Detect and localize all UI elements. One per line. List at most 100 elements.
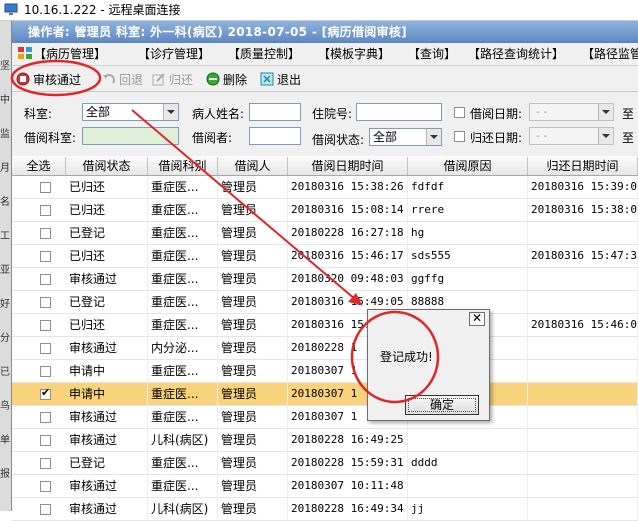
cell-status: 审核通过	[66, 429, 148, 451]
grid-menu-icon	[18, 47, 32, 59]
table-row[interactable]: 审核通过 儿科(病区) 管理员 20180228 16:49:34 jj	[12, 498, 638, 521]
row-checkbox[interactable]	[40, 205, 51, 216]
side-strip-char: 亚	[0, 265, 10, 276]
close-icon[interactable]: ✕	[469, 312, 485, 326]
col-header-reason[interactable]: 借阅原因	[408, 157, 528, 175]
table-row[interactable]: 已归还 重症医... 管理员 20180316 15:46:17 sds555 20180…	[12, 245, 638, 268]
borrow-status-select[interactable]: 全部	[369, 128, 442, 146]
borrow-status-value: 全部	[373, 130, 398, 144]
col-header-person[interactable]: 借阅人	[218, 157, 288, 175]
row-checkbox[interactable]	[40, 182, 51, 193]
menu-quality-control[interactable]: 【质量控制】	[228, 46, 300, 62]
patient-name-input[interactable]	[249, 103, 301, 121]
table-row[interactable]: 已登记 重症医... 管理员 20180228 15:59:31 dddd	[12, 452, 638, 475]
table-row[interactable]: 申请中重症医...管理员20180307 1	[12, 360, 638, 383]
dept-select[interactable]: 全部	[82, 103, 179, 121]
cell-person: 管理员	[218, 222, 288, 244]
row-checkbox[interactable]	[40, 481, 51, 492]
row-checkbox[interactable]	[40, 343, 51, 354]
side-strip-char: 名	[0, 197, 10, 208]
menu-path-supervision[interactable]: 【路径监管	[582, 46, 638, 62]
borrow-date-checkbox[interactable]	[454, 107, 465, 118]
back-button[interactable]: 回退	[102, 70, 143, 88]
row-checkbox[interactable]	[40, 458, 51, 469]
admission-no-input[interactable]	[356, 103, 442, 121]
delete-button[interactable]: 删除	[206, 70, 247, 88]
cell-return	[528, 452, 638, 474]
row-checkbox[interactable]	[40, 297, 51, 308]
menu-path-statistics[interactable]: 【路径查询统计】	[468, 46, 564, 62]
cell-person: 管理员	[218, 176, 288, 198]
cell-dept: 重症医...	[148, 222, 218, 244]
cell-time: 20180228 16:27:18	[288, 222, 408, 244]
borrower-label: 借阅者:	[192, 131, 233, 145]
borrow-dept-input[interactable]	[82, 127, 179, 145]
side-strip-char: 月	[0, 163, 10, 174]
table-row[interactable]: 已登记 重症医... 管理员 20180316 15:49:05 88888	[12, 291, 638, 314]
cell-dept: 重症医...	[148, 383, 218, 405]
table-row[interactable]: 审核通过 内分泌... 管理员 20180228 1	[12, 337, 638, 360]
table-row[interactable]: 审核通过 重症医... 管理员 20180320 09:48:03 ggffg	[12, 268, 638, 291]
return-date-from-value: - -	[536, 129, 548, 142]
return-date-from[interactable]: - -	[529, 127, 614, 145]
cell-reason: sds555	[408, 245, 528, 267]
cell-dept: 重症医...	[148, 245, 218, 267]
side-strip-char: 好	[0, 299, 10, 310]
exit-button[interactable]: 退出	[260, 70, 301, 88]
to-label-2: 至	[622, 131, 635, 145]
undo-icon	[102, 72, 116, 86]
delete-icon	[206, 72, 220, 86]
row-checkbox[interactable]	[40, 251, 51, 262]
row-checkbox[interactable]	[40, 274, 51, 285]
col-header-return[interactable]: 归还日期时间	[528, 157, 638, 175]
table-row[interactable]: 已归还 重症医... 管理员 20180316 15:08:14 rrere 201803…	[12, 199, 638, 222]
col-header-status[interactable]: 借阅状态	[66, 157, 148, 175]
menu-diagnosis[interactable]: 【诊疗管理】	[138, 46, 210, 62]
borrow-status-label: 借阅状态:	[312, 133, 365, 147]
cell-person: 管理员	[218, 498, 288, 520]
table-row[interactable]: 已归还 重症医... 管理员 20180316 15: 20180316 15:46:0…	[12, 314, 638, 337]
return-date-checkbox[interactable]	[454, 131, 465, 142]
chevron-down-icon	[598, 104, 613, 120]
cell-person: 管理员	[218, 337, 288, 359]
table-row[interactable]: 审核通过 儿科(病区) 管理员 20180228 16:49:25	[12, 429, 638, 452]
row-checkbox[interactable]	[40, 228, 51, 239]
row-checkbox[interactable]	[40, 386, 51, 400]
cell-dept: 重症医...	[148, 360, 218, 382]
cell-dept: 儿科(病区)	[148, 429, 218, 451]
table-row[interactable]: 审核通过 重症医... 管理员 20180307 1	[12, 406, 638, 429]
col-header-dept[interactable]: 借阅科别	[148, 157, 218, 175]
select-all-header[interactable]: 全选	[12, 157, 66, 175]
table-row[interactable]: 申请中重症医...管理员20180307 1	[12, 383, 638, 406]
cell-dept: 儿科(病区)	[148, 498, 218, 520]
message-dialog: ✕ 登记成功! 确定	[367, 309, 490, 421]
cell-person: 管理员	[218, 314, 288, 336]
col-header-time[interactable]: 借阅日期时间	[288, 157, 408, 175]
row-checkbox[interactable]	[40, 412, 51, 423]
app-header-text: 操作者: 管理员 科室: 外一科(病区) 2018-07-05 - [病历借阅审…	[28, 25, 407, 39]
cell-status: 申请中	[66, 383, 148, 405]
delete-label: 删除	[223, 72, 248, 87]
chevron-down-icon	[598, 128, 613, 144]
cell-return	[528, 498, 638, 520]
borrower-input[interactable]	[249, 127, 301, 145]
ok-button[interactable]: 确定	[405, 395, 479, 415]
chevron-down-icon	[426, 129, 441, 145]
review-pass-button[interactable]: 审核通过	[16, 70, 81, 88]
table-row[interactable]: 已归还 重症医... 管理员 20180316 15:38:26 fdfdf 201803…	[12, 176, 638, 199]
row-checkbox[interactable]	[40, 504, 51, 515]
row-checkbox[interactable]	[40, 435, 51, 446]
table-row[interactable]: 已登记 重症医... 管理员 20180228 16:27:18 hg	[12, 222, 638, 245]
borrow-date-from[interactable]: - -	[529, 103, 614, 121]
menu-template-dictionary[interactable]: 【模板字典】	[318, 46, 390, 62]
row-checkbox[interactable]	[40, 320, 51, 331]
cell-return	[528, 291, 638, 313]
table-row[interactable]: 审核通过 重症医... 管理员 20180307 10:11:48	[12, 475, 638, 498]
cell-dept: 重症医...	[148, 268, 218, 290]
side-strip-char: 鸟	[0, 401, 10, 412]
menu-query[interactable]: 【查询】	[408, 46, 456, 62]
row-checkbox[interactable]	[40, 366, 51, 377]
return-button[interactable]: 归还	[152, 70, 193, 88]
menu-medical-records[interactable]: 【病历管理】	[34, 46, 106, 62]
filter-panel: 科室: 全部 病人姓名: 住院号: 借阅日期: - - 至 借阅科室: 借阅者:…	[12, 92, 638, 156]
